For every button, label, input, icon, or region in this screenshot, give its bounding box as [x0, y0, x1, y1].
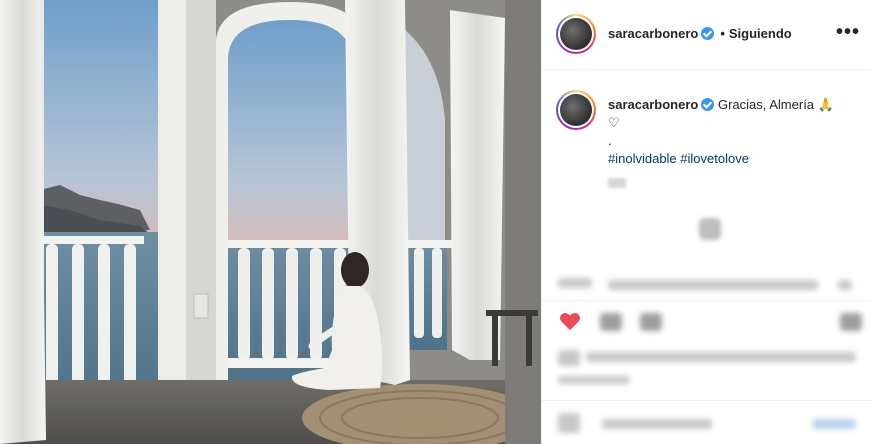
caption-heart: ♡ — [608, 115, 620, 130]
avatar[interactable] — [556, 14, 596, 54]
action-bar — [542, 300, 871, 340]
blurred-icon — [699, 218, 721, 240]
add-comment-area — [542, 400, 871, 444]
caption-body: Gracias, Almería 🙏 — [717, 97, 834, 112]
post-comment-button[interactable] — [812, 419, 856, 429]
post-side-panel: saracarbonero • Siguiendo ••• saracarboner… — [541, 0, 871, 444]
blurred-likes-text — [586, 352, 856, 362]
post-header: saracarbonero • Siguiendo ••• — [542, 0, 871, 70]
comment-icon[interactable] — [600, 313, 622, 331]
following-button[interactable]: Siguiendo — [729, 26, 792, 41]
username-link[interactable]: saracarbonero — [608, 26, 698, 41]
caption-time-blurred — [608, 178, 626, 188]
bookmark-icon[interactable] — [840, 313, 862, 331]
blurred-comment — [608, 280, 818, 290]
header-name-row: saracarbonero • Siguiendo — [608, 26, 792, 41]
comment-input[interactable] — [602, 419, 712, 429]
separator-dot: • — [720, 26, 725, 41]
blurred-avatar — [558, 278, 592, 288]
caption-text: saracarbonero Gracias, Almería 🙏 ♡ . #in… — [608, 96, 858, 188]
more-options-icon[interactable]: ••• — [836, 22, 860, 42]
caption-username-link[interactable]: saracarbonero — [608, 97, 698, 112]
photo-illustration — [0, 0, 541, 444]
share-icon[interactable] — [640, 313, 662, 331]
blurred-timestamp — [558, 376, 630, 384]
verified-badge-icon — [701, 98, 715, 111]
caption-avatar[interactable] — [556, 90, 596, 130]
post-photo[interactable] — [0, 0, 541, 444]
emoji-icon[interactable] — [558, 413, 580, 433]
hashtags-link[interactable]: #inolvidable #ilovetolove — [608, 150, 858, 168]
heart-icon[interactable] — [558, 311, 582, 331]
verified-badge-icon — [701, 27, 715, 40]
caption-period: . — [608, 133, 612, 148]
blurred-comment-like — [838, 280, 852, 290]
blurred-liker-avatar — [558, 350, 580, 366]
